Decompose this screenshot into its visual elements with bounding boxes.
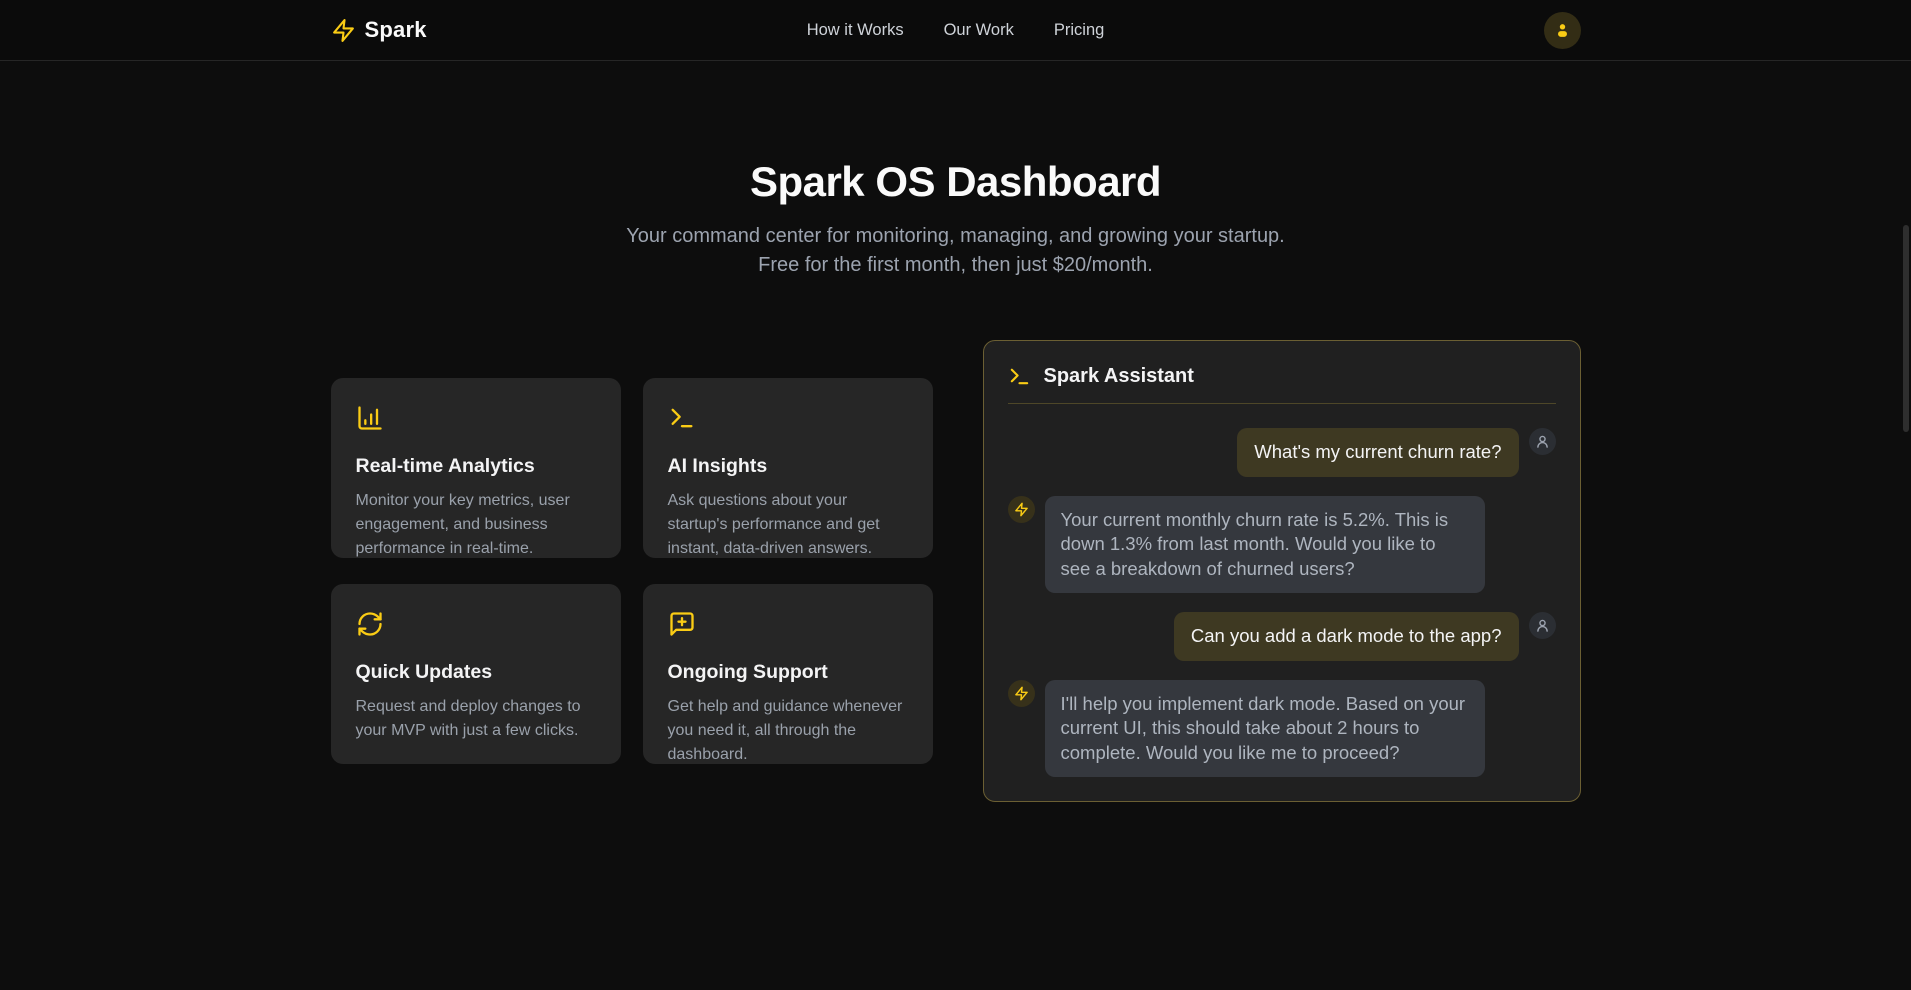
nav-link-how-it-works[interactable]: How it Works bbox=[807, 21, 904, 40]
chat-bubble: I'll help you implement dark mode. Based… bbox=[1045, 680, 1485, 778]
nav-link-pricing[interactable]: Pricing bbox=[1054, 21, 1104, 40]
nav-container: Spark How it Works Our Work Pricing bbox=[331, 12, 1581, 49]
brand-name: Spark bbox=[365, 17, 427, 43]
chat-message-user: Can you add a dark mode to the app? bbox=[1008, 612, 1556, 661]
nav-links: How it Works Our Work Pricing bbox=[807, 21, 1105, 40]
feature-title: Real-time Analytics bbox=[356, 455, 596, 478]
account-avatar-button[interactable] bbox=[1544, 12, 1581, 49]
chat-message-user: What's my current churn rate? bbox=[1008, 428, 1556, 477]
user-round-icon bbox=[1529, 428, 1556, 455]
hero-section: Spark OS Dashboard Your command center f… bbox=[0, 158, 1911, 280]
scrollbar-thumb[interactable] bbox=[1903, 225, 1909, 432]
feature-title: Quick Updates bbox=[356, 661, 596, 684]
chat-message-assistant: Your current monthly churn rate is 5.2%.… bbox=[1008, 496, 1556, 594]
feature-card-ongoing-support: Ongoing Support Get help and guidance wh… bbox=[643, 584, 933, 764]
feature-title: AI Insights bbox=[668, 455, 908, 478]
brand-logo[interactable]: Spark bbox=[331, 17, 427, 43]
terminal-icon bbox=[668, 404, 696, 432]
feature-title: Ongoing Support bbox=[668, 661, 908, 684]
zap-icon bbox=[1008, 496, 1035, 523]
user-icon bbox=[1553, 21, 1572, 40]
page-title: Spark OS Dashboard bbox=[0, 158, 1911, 206]
user-round-icon bbox=[1529, 612, 1556, 639]
main-content: Real-time Analytics Monitor your key met… bbox=[331, 340, 1581, 802]
spark-assistant-panel: Spark Assistant What's my current churn … bbox=[983, 340, 1581, 802]
chat-bubble: Can you add a dark mode to the app? bbox=[1174, 612, 1519, 661]
feature-description: Get help and guidance whenever you need … bbox=[668, 695, 908, 767]
feature-description: Ask questions about your startup's perfo… bbox=[668, 489, 908, 561]
nav-link-our-work[interactable]: Our Work bbox=[944, 21, 1014, 40]
refresh-icon bbox=[356, 610, 384, 638]
message-plus-icon bbox=[668, 610, 696, 638]
feature-grid: Real-time Analytics Monitor your key met… bbox=[331, 378, 933, 764]
feature-card-ai-insights: AI Insights Ask questions about your sta… bbox=[643, 378, 933, 558]
bar-chart-icon bbox=[356, 404, 384, 432]
feature-description: Request and deploy changes to your MVP w… bbox=[356, 695, 596, 743]
chat-messages: What's my current churn rate? Your curre… bbox=[1008, 428, 1556, 777]
zap-icon bbox=[1008, 680, 1035, 707]
navbar: Spark How it Works Our Work Pricing bbox=[0, 0, 1911, 61]
chat-message-assistant: I'll help you implement dark mode. Based… bbox=[1008, 680, 1556, 778]
terminal-icon bbox=[1008, 365, 1031, 388]
chat-header: Spark Assistant bbox=[1008, 365, 1556, 404]
feature-description: Monitor your key metrics, user engagemen… bbox=[356, 489, 596, 561]
hero-subtitle: Your command center for monitoring, mana… bbox=[611, 222, 1301, 280]
chat-bubble: Your current monthly churn rate is 5.2%.… bbox=[1045, 496, 1485, 594]
chat-bubble: What's my current churn rate? bbox=[1237, 428, 1518, 477]
feature-card-realtime-analytics: Real-time Analytics Monitor your key met… bbox=[331, 378, 621, 558]
feature-card-quick-updates: Quick Updates Request and deploy changes… bbox=[331, 584, 621, 764]
zap-icon bbox=[331, 18, 356, 43]
chat-title: Spark Assistant bbox=[1044, 365, 1194, 388]
